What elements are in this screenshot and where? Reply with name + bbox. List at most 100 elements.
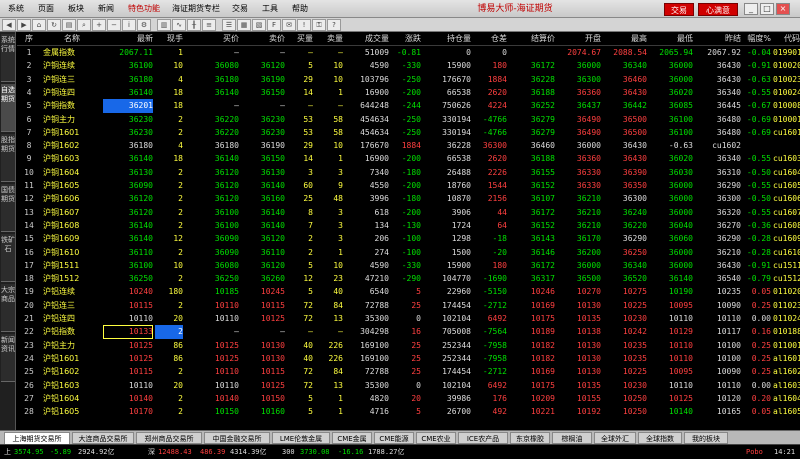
column-header[interactable]: 买量 bbox=[287, 32, 313, 46]
exchange-tab[interactable]: 郑州商品交易所 bbox=[136, 432, 202, 444]
table-row[interactable]: 8 沪铜1602 36180 4 36180 36190 29 10 176670 1884 362… bbox=[17, 139, 800, 153]
exchange-tab[interactable]: 中国金融交易所 bbox=[204, 432, 270, 444]
refresh-icon[interactable]: ↻ bbox=[47, 19, 61, 31]
kline-icon[interactable]: ╫ bbox=[187, 19, 201, 31]
menu-system[interactable]: 系统 bbox=[8, 0, 24, 18]
exchange-tab[interactable]: 全球指数 bbox=[638, 432, 682, 444]
help-icon[interactable]: ? bbox=[327, 19, 341, 31]
table-row[interactable]: 22 沪铝指数 10133 2 — — — — 304298 16 705008 -7564 10189… bbox=[17, 325, 800, 340]
table-row[interactable]: 19 沪铝连续 10240 180 10185 10245 5 40 6540 5 22960 -51… bbox=[17, 285, 800, 299]
zoom-out-icon[interactable]: − bbox=[107, 19, 121, 31]
exchange-tab[interactable]: CME农业 bbox=[416, 432, 456, 444]
forward-icon[interactable]: ▶ bbox=[17, 19, 31, 31]
alert-icon[interactable]: ! bbox=[297, 19, 311, 31]
table-row[interactable]: 16 沪铜1610 36110 2 36090 36110 2 1 274 -100 1500 -20… bbox=[17, 246, 800, 260]
table-row[interactable]: 14 沪铜1608 36140 2 36100 36140 7 3 134 -130 1724 64 3… bbox=[17, 219, 800, 233]
column-header[interactable]: 最低 bbox=[649, 32, 693, 46]
exchange-tab[interactable]: CME金属 bbox=[332, 432, 372, 444]
exchange-tab[interactable]: 上海期货交易所 bbox=[4, 432, 70, 444]
menu-features[interactable]: 特色功能 bbox=[128, 0, 160, 18]
search-icon[interactable]: ⌕ bbox=[77, 19, 91, 31]
table-row[interactable]: 20 沪铝连三 10115 2 10110 10115 72 84 72788 25 174454 -… bbox=[17, 299, 800, 313]
menu-page[interactable]: 页面 bbox=[38, 0, 54, 18]
quote-table[interactable]: 序名称 最新 现手 买价 卖价 买量 卖量 成交量 涨跌 持仓量 仓差 结算价 开盘 最高 最低 昨结 幅度% 代… bbox=[17, 32, 800, 430]
sidebar-tab-index-futures[interactable]: 股指期货 bbox=[1, 134, 15, 182]
exchange-tab[interactable]: LME伦敦金属 bbox=[272, 432, 330, 444]
column-header[interactable]: 持仓量 bbox=[423, 32, 471, 46]
timeline-icon[interactable]: ∿ bbox=[172, 19, 186, 31]
table-row[interactable]: 2 沪铜连续 36100 10 36080 36120 5 10 4590 -330 15900 18… bbox=[17, 59, 800, 73]
column-header[interactable]: 代码 bbox=[773, 32, 800, 46]
table-row[interactable]: 9 沪铜1603 36140 18 36140 36150 14 1 16900 -200 6653… bbox=[17, 152, 800, 166]
home-icon[interactable]: ⌂ bbox=[32, 19, 46, 31]
column-header[interactable]: 卖价 bbox=[241, 32, 285, 46]
table-row[interactable]: 17 沪铜1511 36100 10 36080 36120 5 10 4590 -330 1590… bbox=[17, 259, 800, 273]
table-row[interactable]: 11 沪铜1605 36090 2 36120 36140 60 9 4550 -200 18760… bbox=[17, 179, 800, 193]
table-row[interactable]: 6 沪铜主力 36230 2 36220 36230 53 58 454634 -250 33019… bbox=[17, 113, 800, 127]
trade-button[interactable]: 交易 bbox=[664, 3, 694, 16]
info-icon[interactable]: i bbox=[122, 19, 136, 31]
exchange-tab[interactable]: 全球外汇 bbox=[594, 432, 636, 444]
print-icon[interactable]: ▤ bbox=[62, 19, 76, 31]
menu-sector[interactable]: 板块 bbox=[68, 0, 84, 18]
column-header[interactable]: 开盘 bbox=[557, 32, 601, 46]
table-row[interactable]: 21 沪铝连四 10110 20 10110 10125 72 13 35300 0 102104 6… bbox=[17, 312, 800, 326]
column-header[interactable]: 成交量 bbox=[345, 32, 389, 46]
sidebar-tab-favorites[interactable]: 自选期货 bbox=[1, 84, 15, 132]
sidebar-tab-quotes[interactable]: 系统行情 bbox=[1, 34, 15, 82]
settings-icon[interactable]: ⚙ bbox=[137, 19, 151, 31]
lock-icon[interactable]: ⚿ bbox=[312, 19, 326, 31]
quote-list-icon[interactable]: ☰ bbox=[222, 19, 236, 31]
exchange-tab[interactable]: 我的板块 bbox=[684, 432, 728, 444]
column-header[interactable]: 昨结 bbox=[695, 32, 741, 46]
table-row[interactable]: 4 沪铜连四 36140 18 36140 36150 14 1 16900 -200 66538 2… bbox=[17, 86, 800, 100]
column-header[interactable]: 最高 bbox=[603, 32, 647, 46]
column-header[interactable]: 最新 bbox=[103, 32, 153, 46]
column-header[interactable]: 名称 bbox=[43, 32, 101, 46]
column-header[interactable]: 结算价 bbox=[509, 32, 555, 46]
maximize-icon[interactable]: □ bbox=[760, 3, 774, 15]
sidebar-tab-commodities[interactable]: 大宗商品 bbox=[1, 284, 15, 332]
table-row[interactable]: 13 沪铜1607 36120 2 36100 36140 8 3 618 -200 3906 44 3… bbox=[17, 206, 800, 220]
table-row[interactable]: 12 沪铜1606 36120 2 36120 36160 25 48 3996 -180 1087… bbox=[17, 192, 800, 206]
report-icon[interactable]: ≡ bbox=[202, 19, 216, 31]
minimize-icon[interactable]: _ bbox=[744, 3, 758, 15]
sidebar-tab-bond-futures[interactable]: 国债期货 bbox=[1, 184, 15, 232]
column-header[interactable]: 幅度% bbox=[743, 32, 771, 46]
detail-icon[interactable]: ▦ bbox=[237, 19, 251, 31]
table-row[interactable]: 18 沪铜1512 36250 2 36250 36260 12 23 47210 -290 104… bbox=[17, 272, 800, 286]
sidebar-tab-news[interactable]: 新闻资讯 bbox=[1, 334, 15, 382]
exchange-tab[interactable]: ICE农产品 bbox=[458, 432, 508, 444]
column-header[interactable]: 现手 bbox=[155, 32, 183, 46]
table-row[interactable]: 24 沪铝1601 10125 86 10125 10130 40 226 169100 25 25… bbox=[17, 352, 800, 366]
sidebar-tab-iron-ore[interactable]: 铁矿石 bbox=[1, 234, 15, 282]
table-row[interactable]: 5 沪铜指数 36201 18 — — — — 644248 -244 750626 4224 3625… bbox=[17, 99, 800, 114]
table-row[interactable]: 15 沪铜1609 36140 12 36090 36120 2 3 206 -100 1298 -1… bbox=[17, 232, 800, 246]
ticks-icon[interactable]: ▧ bbox=[252, 19, 266, 31]
table-row[interactable]: 27 沪铝1604 10140 2 10140 10150 5 1 4820 20 39986 176… bbox=[17, 392, 800, 406]
menu-trade[interactable]: 交易 bbox=[232, 0, 248, 18]
column-header[interactable]: 买价 bbox=[185, 32, 239, 46]
exchange-tab[interactable]: 棕榈油 bbox=[552, 432, 592, 444]
zoom-in-icon[interactable]: + bbox=[92, 19, 106, 31]
exchange-tab[interactable]: CME能源 bbox=[374, 432, 414, 444]
table-row[interactable]: 3 沪铜连三 36180 4 36180 36190 29 10 103796 -250 17667… bbox=[17, 73, 800, 87]
column-header[interactable]: 序 bbox=[17, 32, 41, 46]
menu-tools[interactable]: 工具 bbox=[262, 0, 278, 18]
user-button[interactable]: 心满意 bbox=[698, 3, 738, 16]
f10-icon[interactable]: F bbox=[267, 19, 281, 31]
table-row[interactable]: 25 沪铝1602 10115 2 10110 10115 72 84 72788 25 17445… bbox=[17, 365, 800, 379]
column-header[interactable]: 卖量 bbox=[315, 32, 343, 46]
menu-news[interactable]: 新闻 bbox=[98, 0, 114, 18]
table-row[interactable]: 1 金属指数 2067.11 1 — — — — 51009 -0.81 0 0 2074.67 2088… bbox=[17, 46, 800, 60]
exchange-tab[interactable]: 东京橡胶 bbox=[510, 432, 550, 444]
exchange-tab[interactable]: 大连商品交易所 bbox=[72, 432, 134, 444]
table-row[interactable]: 7 沪铜1601 36230 2 36220 36230 53 58 454634 -250 330… bbox=[17, 126, 800, 140]
close-icon[interactable]: × bbox=[776, 3, 790, 15]
table-row[interactable]: 10 沪铜1604 36130 2 36120 36130 3 3 7340 -180 26488 2… bbox=[17, 166, 800, 180]
column-header[interactable]: 仓差 bbox=[473, 32, 507, 46]
back-icon[interactable]: ◀ bbox=[2, 19, 16, 31]
news-icon[interactable]: ✉ bbox=[282, 19, 296, 31]
column-header[interactable]: 涨跌 bbox=[391, 32, 421, 46]
menu-help[interactable]: 帮助 bbox=[292, 0, 308, 18]
